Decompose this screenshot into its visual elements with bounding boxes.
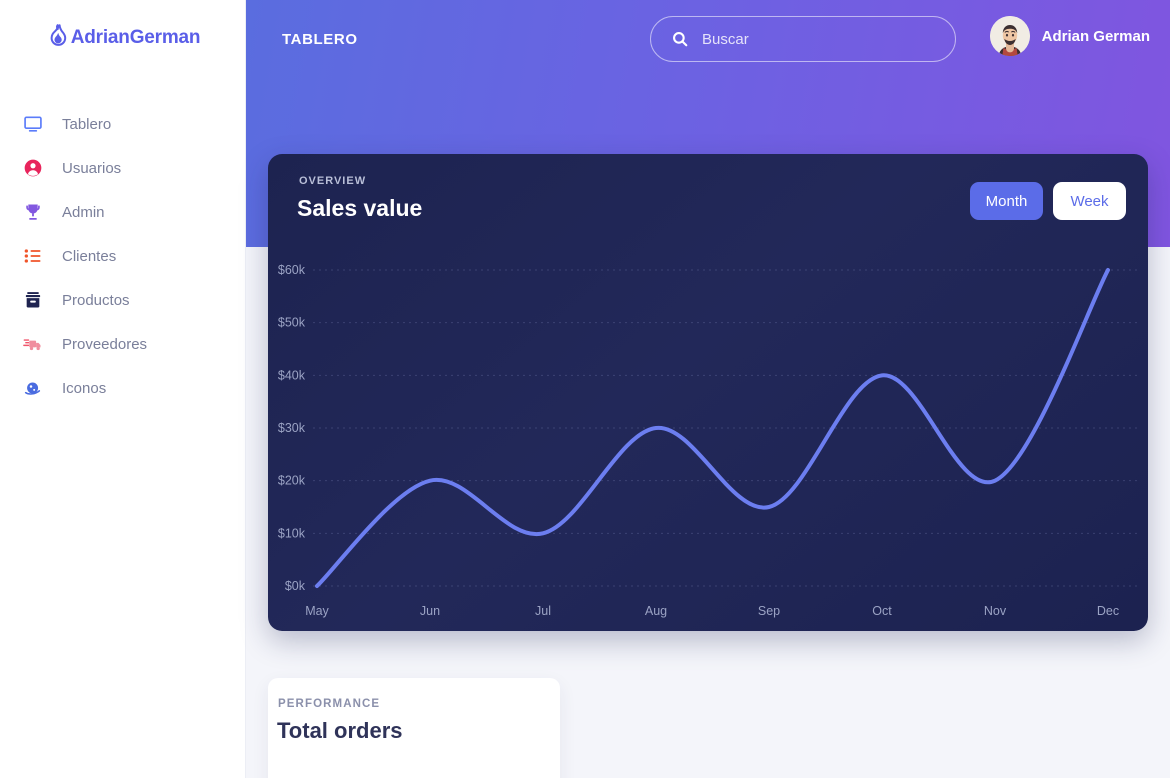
user-name: Adrian German — [1041, 27, 1150, 45]
svg-text:Jul: Jul — [535, 604, 551, 618]
sidebar-item-clientes[interactable]: Clientes — [0, 234, 245, 278]
svg-text:Aug: Aug — [645, 604, 667, 618]
svg-text:$10k: $10k — [278, 526, 306, 540]
svg-text:$40k: $40k — [278, 368, 306, 382]
svg-text:Oct: Oct — [872, 604, 892, 618]
chart-gridlines — [313, 269, 1140, 587]
chart-x-axis-labels: May Jun Jul Aug Sep Oct Nov Dec — [305, 604, 1119, 618]
chart-series-line — [315, 268, 1110, 588]
svg-text:$60k: $60k — [278, 263, 306, 277]
list-icon — [22, 245, 44, 267]
topbar: TABLERO Buscar Adrian German — [246, 0, 1170, 78]
svg-text:Nov: Nov — [984, 604, 1007, 618]
brand-name: AdrianGerman — [71, 27, 201, 49]
svg-text:$50k: $50k — [278, 316, 306, 330]
sidebar-item-usuarios[interactable]: Usuarios — [0, 146, 245, 190]
search-box[interactable] — [650, 16, 956, 62]
sales-line-chart: $0k $10k $20k $30k $40k $50k $60k May Jun Jul Aug… — [278, 263, 1140, 618]
svg-text:Sep: Sep — [758, 604, 780, 618]
search-input[interactable] — [702, 30, 932, 48]
sidebar: AdrianGerman Tablero Usuarios Admin Clie… — [0, 0, 246, 778]
svg-text:May: May — [305, 604, 329, 618]
flame-icon — [45, 24, 69, 52]
sidebar-nav: Tablero Usuarios Admin Clientes Producto… — [0, 102, 245, 410]
perf-card-eyebrow: PERFORMANCE — [278, 698, 381, 710]
page-title: TABLERO — [282, 30, 358, 48]
total-orders-card: PERFORMANCE Total orders — [268, 678, 560, 778]
brand-name-second: German — [129, 27, 201, 48]
search-icon — [671, 30, 689, 48]
chart-y-axis-labels: $0k $10k $20k $30k $40k $50k $60k — [278, 263, 306, 593]
sidebar-item-label: Clientes — [62, 247, 117, 265]
archive-box-icon — [22, 289, 44, 311]
svg-text:$30k: $30k — [278, 421, 306, 435]
svg-text:Dec: Dec — [1097, 604, 1119, 618]
sales-chart: $0k $10k $20k $30k $40k $50k $60k May Jun Jul Aug… — [268, 250, 1148, 631]
card-eyebrow: OVERVIEW — [299, 175, 367, 187]
sidebar-item-label: Iconos — [62, 379, 107, 397]
card-title: Sales value — [297, 195, 423, 221]
avatar — [989, 16, 1030, 56]
sidebar-item-proveedores[interactable]: Proveedores — [0, 322, 245, 366]
month-button[interactable]: Month — [970, 182, 1043, 220]
perf-card-title: Total orders — [277, 718, 403, 743]
range-toggle-group: Month Week — [970, 182, 1126, 220]
sidebar-item-label: Proveedores — [62, 335, 148, 353]
sidebar-item-admin[interactable]: Admin — [0, 190, 245, 234]
dashboard-page: AdrianGerman Tablero Usuarios Admin Clie… — [0, 0, 1170, 778]
svg-text:$20k: $20k — [278, 474, 306, 488]
sidebar-item-label: Productos — [62, 291, 130, 309]
user-circle-icon — [22, 157, 44, 179]
brand-logo[interactable]: AdrianGerman — [0, 0, 245, 68]
sidebar-item-label: Admin — [62, 203, 105, 221]
truck-icon — [22, 333, 44, 355]
monitor-icon — [22, 113, 44, 135]
sidebar-item-productos[interactable]: Productos — [0, 278, 245, 322]
user-menu[interactable]: Adrian German — [989, 16, 1150, 56]
sidebar-item-tablero[interactable]: Tablero — [0, 102, 245, 146]
sidebar-item-label: Tablero — [62, 115, 112, 133]
week-button[interactable]: Week — [1053, 182, 1126, 220]
sales-value-card: OVERVIEW Sales value Month Week $0k $10k $… — [268, 154, 1148, 631]
svg-text:$0k: $0k — [285, 579, 306, 593]
sidebar-item-iconos[interactable]: Iconos — [0, 366, 245, 410]
sidebar-item-label: Usuarios — [62, 159, 122, 177]
brand-name-first: Adrian — [70, 27, 130, 48]
svg-text:Jun: Jun — [420, 604, 440, 618]
trophy-icon — [22, 201, 44, 223]
planet-icon — [22, 377, 44, 399]
